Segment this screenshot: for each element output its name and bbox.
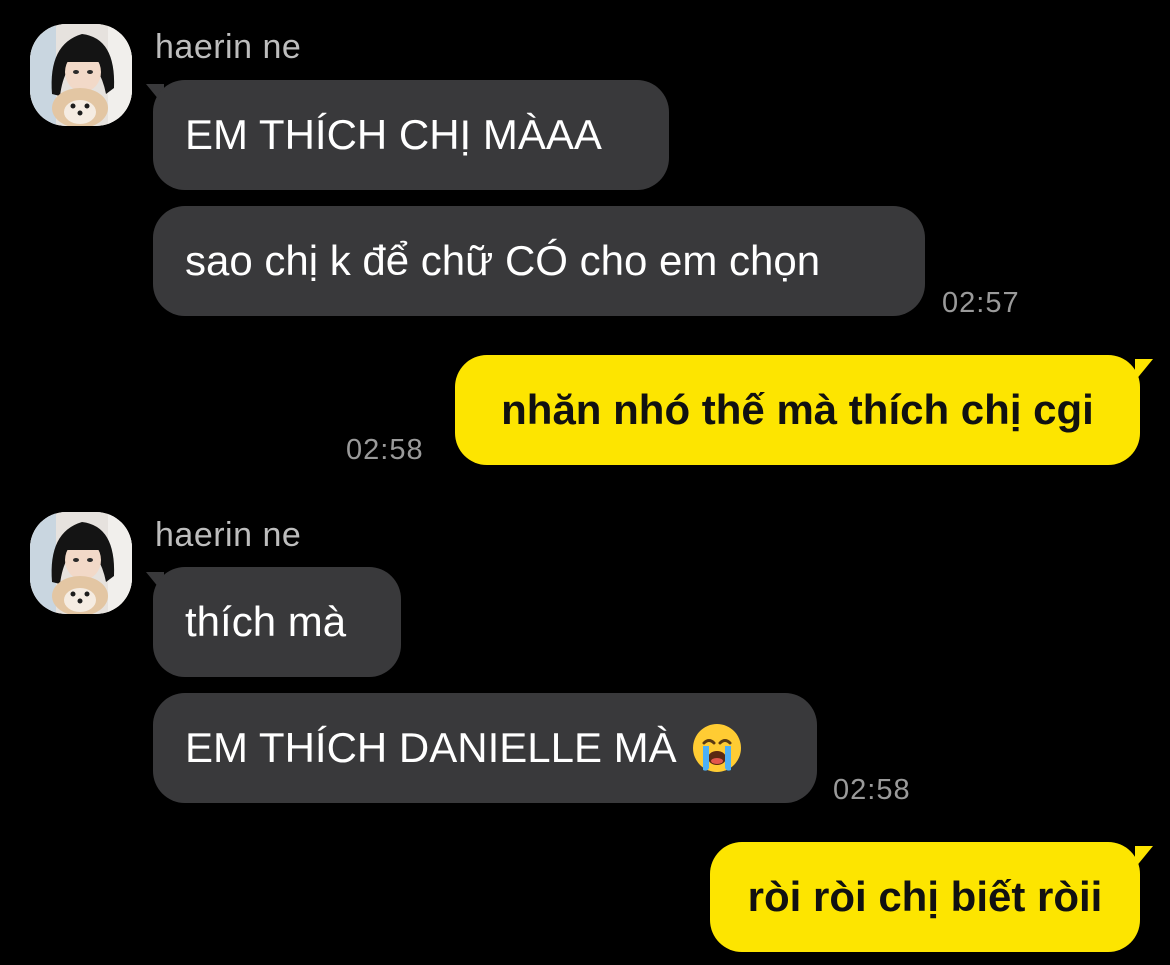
message-bubble[interactable]: sao chị k để chữ CÓ cho em chọn — [153, 206, 925, 316]
bubble-tail — [1135, 359, 1153, 381]
loudly-crying-face-icon — [692, 724, 741, 772]
message-timestamp: 02:58 — [346, 434, 424, 466]
message-text: nhăn nhó thế mà thích chị cgi — [501, 386, 1094, 433]
message-bubble[interactable]: ròi ròi chị biết ròii — [710, 842, 1140, 952]
message-bubble[interactable]: EM THÍCH DANIELLE MÀ — [153, 693, 817, 803]
profile-photo-icon — [30, 512, 132, 614]
sender-name: haerin ne — [155, 516, 302, 554]
message-text: EM THÍCH DANIELLE MÀ — [185, 724, 677, 771]
message-text: thích mà — [185, 598, 347, 645]
message-bubble[interactable]: thích mà — [153, 567, 401, 677]
message-bubble[interactable]: EM THÍCH CHỊ MÀAA — [153, 80, 669, 190]
avatar[interactable] — [30, 512, 132, 614]
profile-photo-icon — [30, 24, 132, 126]
sender-name: haerin ne — [155, 28, 302, 66]
bubble-tail — [1135, 846, 1153, 868]
avatar[interactable] — [30, 24, 132, 126]
message-timestamp: 02:57 — [942, 287, 1020, 319]
message-text: ròi ròi chị biết ròii — [747, 873, 1103, 920]
message-timestamp: 02:58 — [833, 774, 911, 806]
message-text: sao chị k để chữ CÓ cho em chọn — [185, 237, 821, 284]
message-bubble[interactable]: nhăn nhó thế mà thích chị cgi — [455, 355, 1140, 465]
message-text: EM THÍCH CHỊ MÀAA — [185, 111, 602, 158]
